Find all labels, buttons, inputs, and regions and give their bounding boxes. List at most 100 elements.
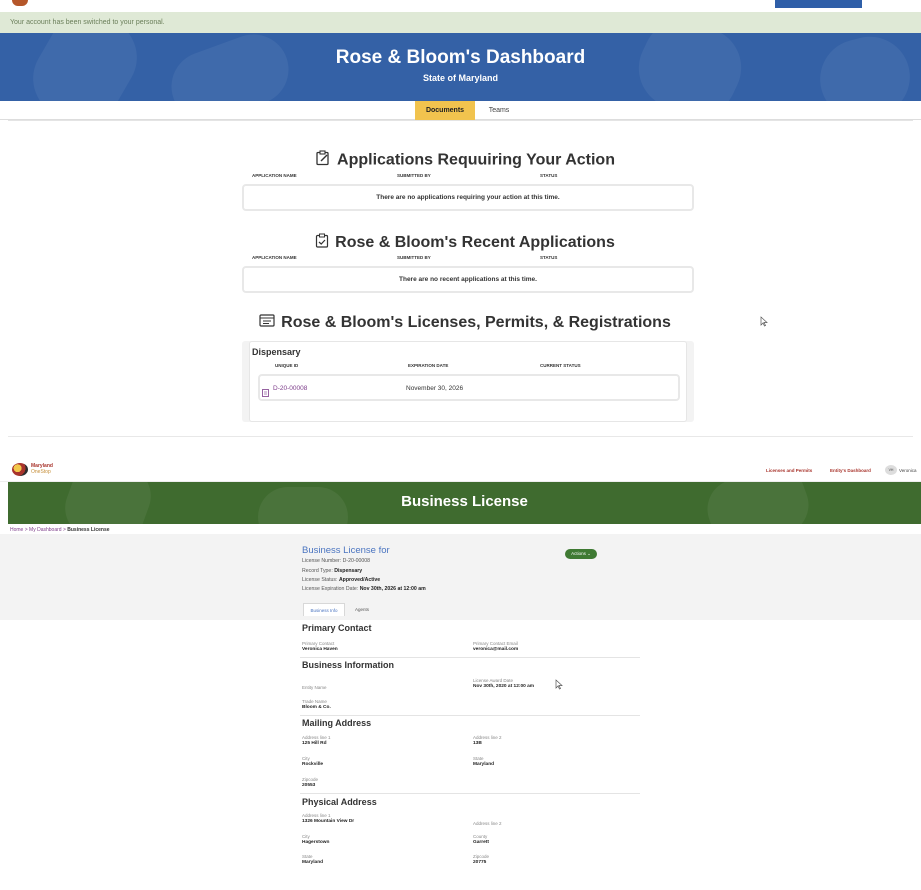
breadcrumb-separator: > — [24, 527, 28, 533]
license-number: License Number: D-20-00008 — [302, 558, 371, 564]
license-expiration: License Expiration Date: Nov 30th, 2026 … — [302, 586, 426, 592]
record-type: Record Type: Dispensary — [302, 568, 363, 574]
license-title: Business License for — [302, 545, 390, 556]
field-label: City — [302, 834, 310, 839]
tab-business-info[interactable]: Business Info — [303, 603, 345, 616]
id-card-icon — [259, 314, 275, 332]
field-label: Trade Name — [302, 699, 327, 704]
nav-link-entity-dashboard[interactable]: Entity's Dashboard — [830, 468, 871, 473]
license-summary — [0, 534, 921, 620]
empty-state: There are no recent applications at this… — [242, 266, 694, 293]
field-value: Rockville — [302, 762, 324, 767]
license-status: License Status: Approved/Active — [302, 577, 381, 583]
mouse-cursor-icon — [760, 316, 768, 330]
section-title: Rose & Bloom's Recent Applications — [335, 234, 615, 252]
license-type: Dispensary — [252, 347, 301, 357]
page-title: Business License — [401, 493, 528, 510]
tab-teams[interactable]: Teams — [484, 101, 514, 120]
user-menu[interactable]: Veronica — [899, 468, 917, 473]
section-applications-action: Applications Requuiring Your Action — [230, 150, 700, 171]
dashboard-hero: Rose & Bloom's Dashboard State of Maryla… — [0, 33, 921, 101]
breadcrumb-current: Business License — [67, 527, 110, 533]
column-header: UNIQUE ID — [275, 363, 299, 368]
maryland-logo-icon[interactable] — [12, 463, 28, 476]
breadcrumb-dashboard[interactable]: My Dashboard — [29, 527, 62, 533]
document-icon — [262, 384, 269, 402]
field-value: 1326 Mountain View Dr — [302, 819, 355, 824]
column-header: SUBMITTED BY — [397, 173, 431, 178]
section-title: Rose & Bloom's Licenses, Permits, & Regi… — [281, 314, 671, 332]
license-row[interactable] — [258, 374, 680, 401]
field-value: Garrett — [473, 840, 489, 845]
field-value: Hagerstown — [302, 840, 330, 845]
field-value: Maryland — [302, 860, 324, 865]
tab-documents[interactable]: Documents — [415, 101, 475, 120]
field-label: Primary Contact Email — [473, 641, 518, 646]
clipboard-check-icon — [315, 233, 329, 253]
empty-state: There are no applications requiring your… — [242, 184, 694, 211]
column-header: EXPIRATION DATE — [408, 363, 449, 368]
field-label: Zipcode — [473, 854, 490, 859]
field-value: 20553 — [302, 783, 316, 788]
field-label: Address line 2 — [473, 821, 502, 826]
field-label: Zipcode — [302, 777, 319, 782]
section-recent-applications: Rose & Bloom's Recent Applications — [230, 233, 700, 253]
mouse-cursor-icon — [555, 679, 563, 693]
mailing-address-heading: Mailing Address — [302, 718, 372, 728]
field-value: Nov 30th, 2020 at 12:00 am — [473, 684, 535, 689]
license-id-link[interactable]: D-20-00008 — [273, 385, 307, 392]
field-value: 13B — [473, 741, 482, 746]
field-value: 20775 — [473, 860, 487, 865]
primary-contact-heading: Primary Contact — [302, 623, 372, 633]
logo-fragment — [12, 0, 28, 6]
tab-agents[interactable]: Agents — [350, 603, 374, 616]
nav-button-fragment[interactable] — [775, 0, 862, 8]
actions-button[interactable]: Actions ⌄ — [565, 549, 597, 559]
license-tabs: Business Info Agents — [303, 603, 383, 616]
column-header: CURRENT STATUS — [540, 363, 581, 368]
field-label: Entity Name — [302, 685, 327, 690]
divider — [8, 120, 913, 121]
business-license-screen: Maryland OneStop Licenses and Permits En… — [0, 458, 921, 890]
column-header: APPLICATION NAME — [252, 255, 297, 260]
column-header: SUBMITTED BY — [397, 255, 431, 260]
column-header: STATUS — [540, 255, 558, 260]
breadcrumb: Home > My Dashboard > Business License — [10, 527, 110, 533]
dashboard-tabs: Documents Teams — [0, 101, 921, 120]
page-subtitle: State of Maryland — [422, 73, 498, 83]
field-value: Bloom & Co. — [302, 705, 331, 710]
field-label: Address line 1 — [302, 735, 331, 740]
divider — [300, 793, 640, 794]
field-label: State — [302, 854, 313, 859]
license-hero: Business License — [8, 482, 921, 524]
breadcrumb-home[interactable]: Home — [10, 527, 23, 533]
field-value: Maryland — [473, 762, 495, 767]
divider — [8, 436, 913, 437]
field-label: County — [473, 834, 488, 839]
field-label: Address line 2 — [473, 735, 502, 740]
license-expiration: November 30, 2026 — [406, 385, 464, 392]
field-label: Address line 1 — [302, 813, 331, 818]
flash-message: Your account has been switched to your p… — [0, 12, 921, 33]
section-licenses: Rose & Bloom's Licenses, Permits, & Regi… — [200, 314, 730, 332]
physical-address-heading: Physical Address — [302, 797, 377, 807]
column-header: APPLICATION NAME — [252, 173, 297, 178]
section-title: Applications Requuiring Your Action — [337, 151, 615, 169]
nav-link-licenses[interactable]: Licenses and Permits — [766, 468, 812, 473]
divider — [300, 657, 640, 658]
avatar[interactable]: VH — [885, 465, 897, 475]
field-value: veronica@mail.com — [473, 647, 519, 652]
column-header: STATUS — [540, 173, 558, 178]
dashboard-screen: Your account has been switched to your p… — [0, 0, 921, 437]
field-value: 125 Hill Rd — [302, 741, 327, 746]
field-label: State — [473, 756, 484, 761]
breadcrumb-separator: > — [62, 527, 66, 533]
field-label: Primary Contact — [302, 641, 335, 646]
field-value: Veronica Haven — [302, 647, 338, 652]
field-label: License Award Date — [473, 678, 513, 683]
field-label: City — [302, 756, 310, 761]
divider — [300, 715, 640, 716]
logo-text: OneStop — [31, 469, 51, 475]
top-nav-fragment — [0, 0, 921, 10]
business-info-heading: Business Information — [302, 660, 395, 670]
